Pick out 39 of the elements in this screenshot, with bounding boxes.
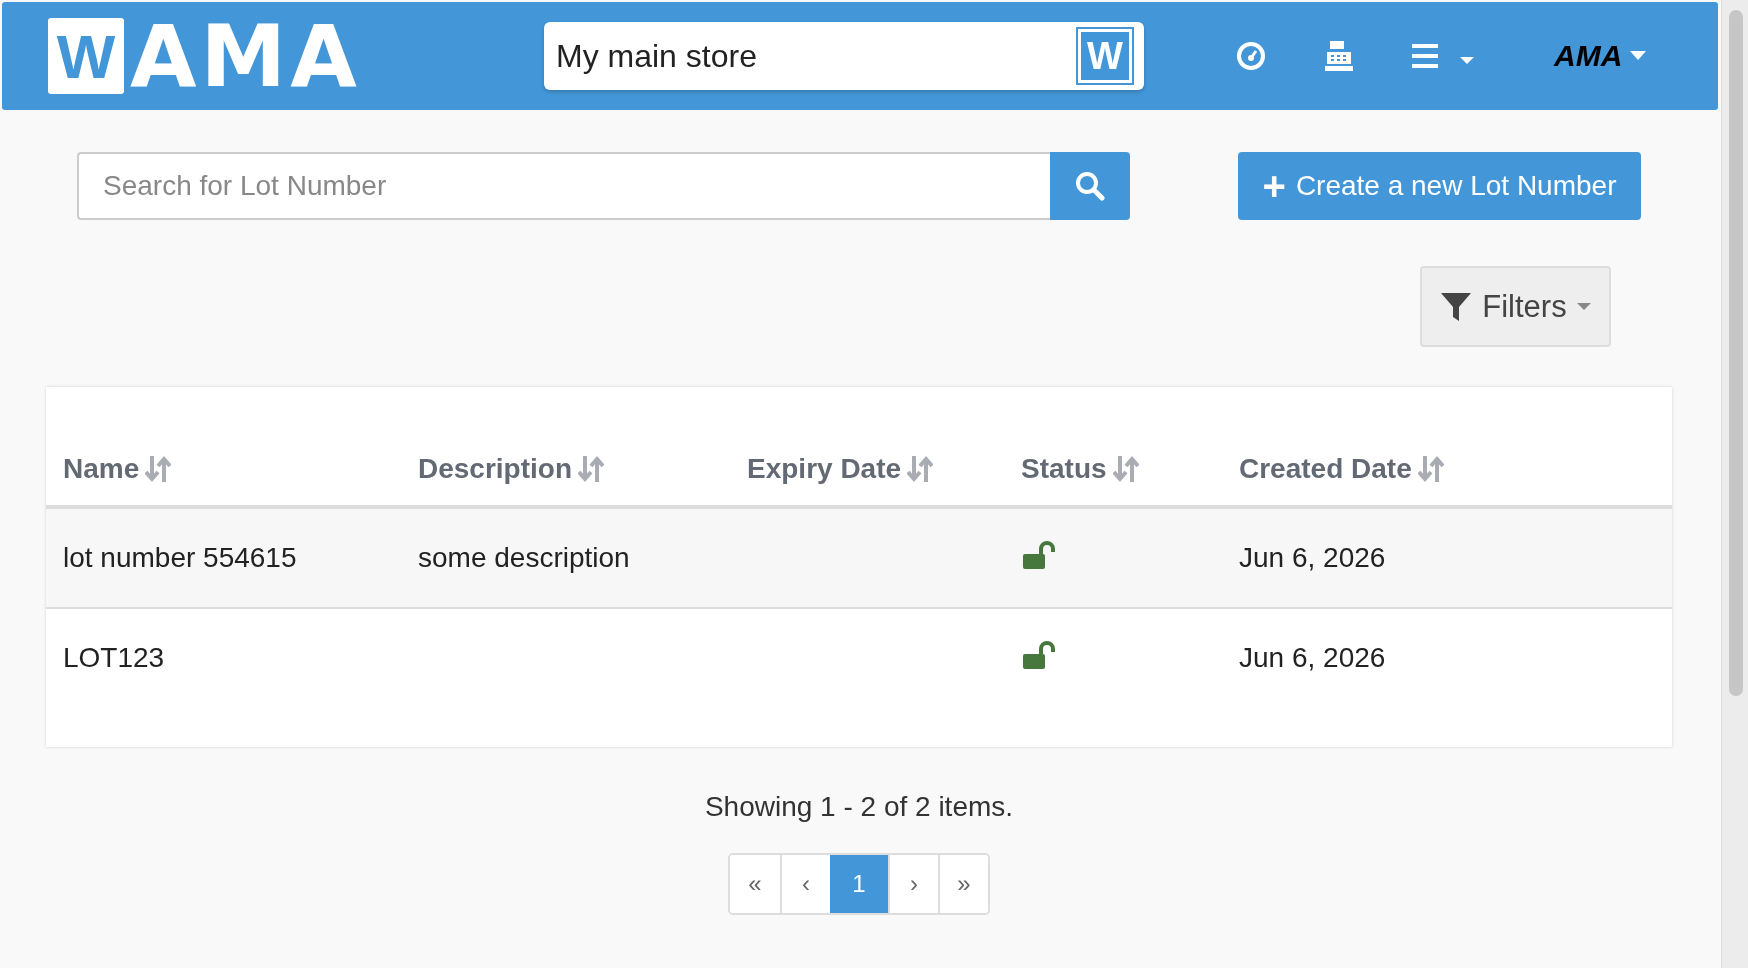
search-icon: [1075, 171, 1105, 201]
caret-icon: [1630, 51, 1647, 61]
store-badge: W: [1078, 29, 1132, 83]
column-header[interactable]: Created Date: [1239, 453, 1412, 485]
page-button[interactable]: ›: [888, 855, 938, 913]
column-header[interactable]: Name: [63, 453, 140, 485]
logo-mark: W: [48, 18, 124, 94]
filter-icon: [1440, 290, 1473, 323]
logo-text: AMA: [130, 6, 361, 106]
dashboard-icon[interactable]: [1236, 41, 1266, 71]
scrollbar[interactable]: [1721, 0, 1748, 968]
column-header[interactable]: Expiry Date: [747, 453, 902, 485]
table-cell: lot number 554615: [63, 542, 297, 573]
sort-icon: [1112, 454, 1139, 484]
unlocked-icon: [1021, 539, 1055, 570]
page-button[interactable]: ‹: [780, 855, 830, 913]
page-button[interactable]: »: [938, 855, 988, 913]
table-cell: Jun 6, 2026: [1239, 642, 1386, 673]
column-header[interactable]: Status: [1021, 453, 1107, 485]
sort-icon: [907, 454, 934, 484]
pagination-summary: Showing 1 - 2 of 2 items.: [704, 791, 1014, 822]
table-cell: Jun 6, 2026: [1239, 542, 1386, 573]
filters-button[interactable]: Filters: [1420, 266, 1611, 347]
caret-icon: [1576, 302, 1591, 311]
menu-icon[interactable]: [1412, 43, 1476, 69]
page-button[interactable]: 1: [830, 855, 888, 913]
user-menu[interactable]: AMA: [1554, 39, 1647, 73]
table-cell: LOT123: [63, 642, 165, 673]
search-button[interactable]: [1050, 152, 1130, 220]
sort-icon: [1417, 454, 1444, 484]
create-button[interactable]: + Create a new Lot Number: [1238, 152, 1641, 220]
store-selector[interactable]: My main store W: [544, 22, 1144, 90]
cash-register-icon[interactable]: [1324, 40, 1354, 72]
sort-icon: [578, 454, 605, 484]
column-header[interactable]: Description: [418, 453, 573, 485]
unlocked-icon: [1021, 639, 1055, 670]
table-cell: some description: [418, 542, 630, 573]
sort-icon: [145, 454, 172, 484]
page-button[interactable]: «: [730, 855, 780, 913]
